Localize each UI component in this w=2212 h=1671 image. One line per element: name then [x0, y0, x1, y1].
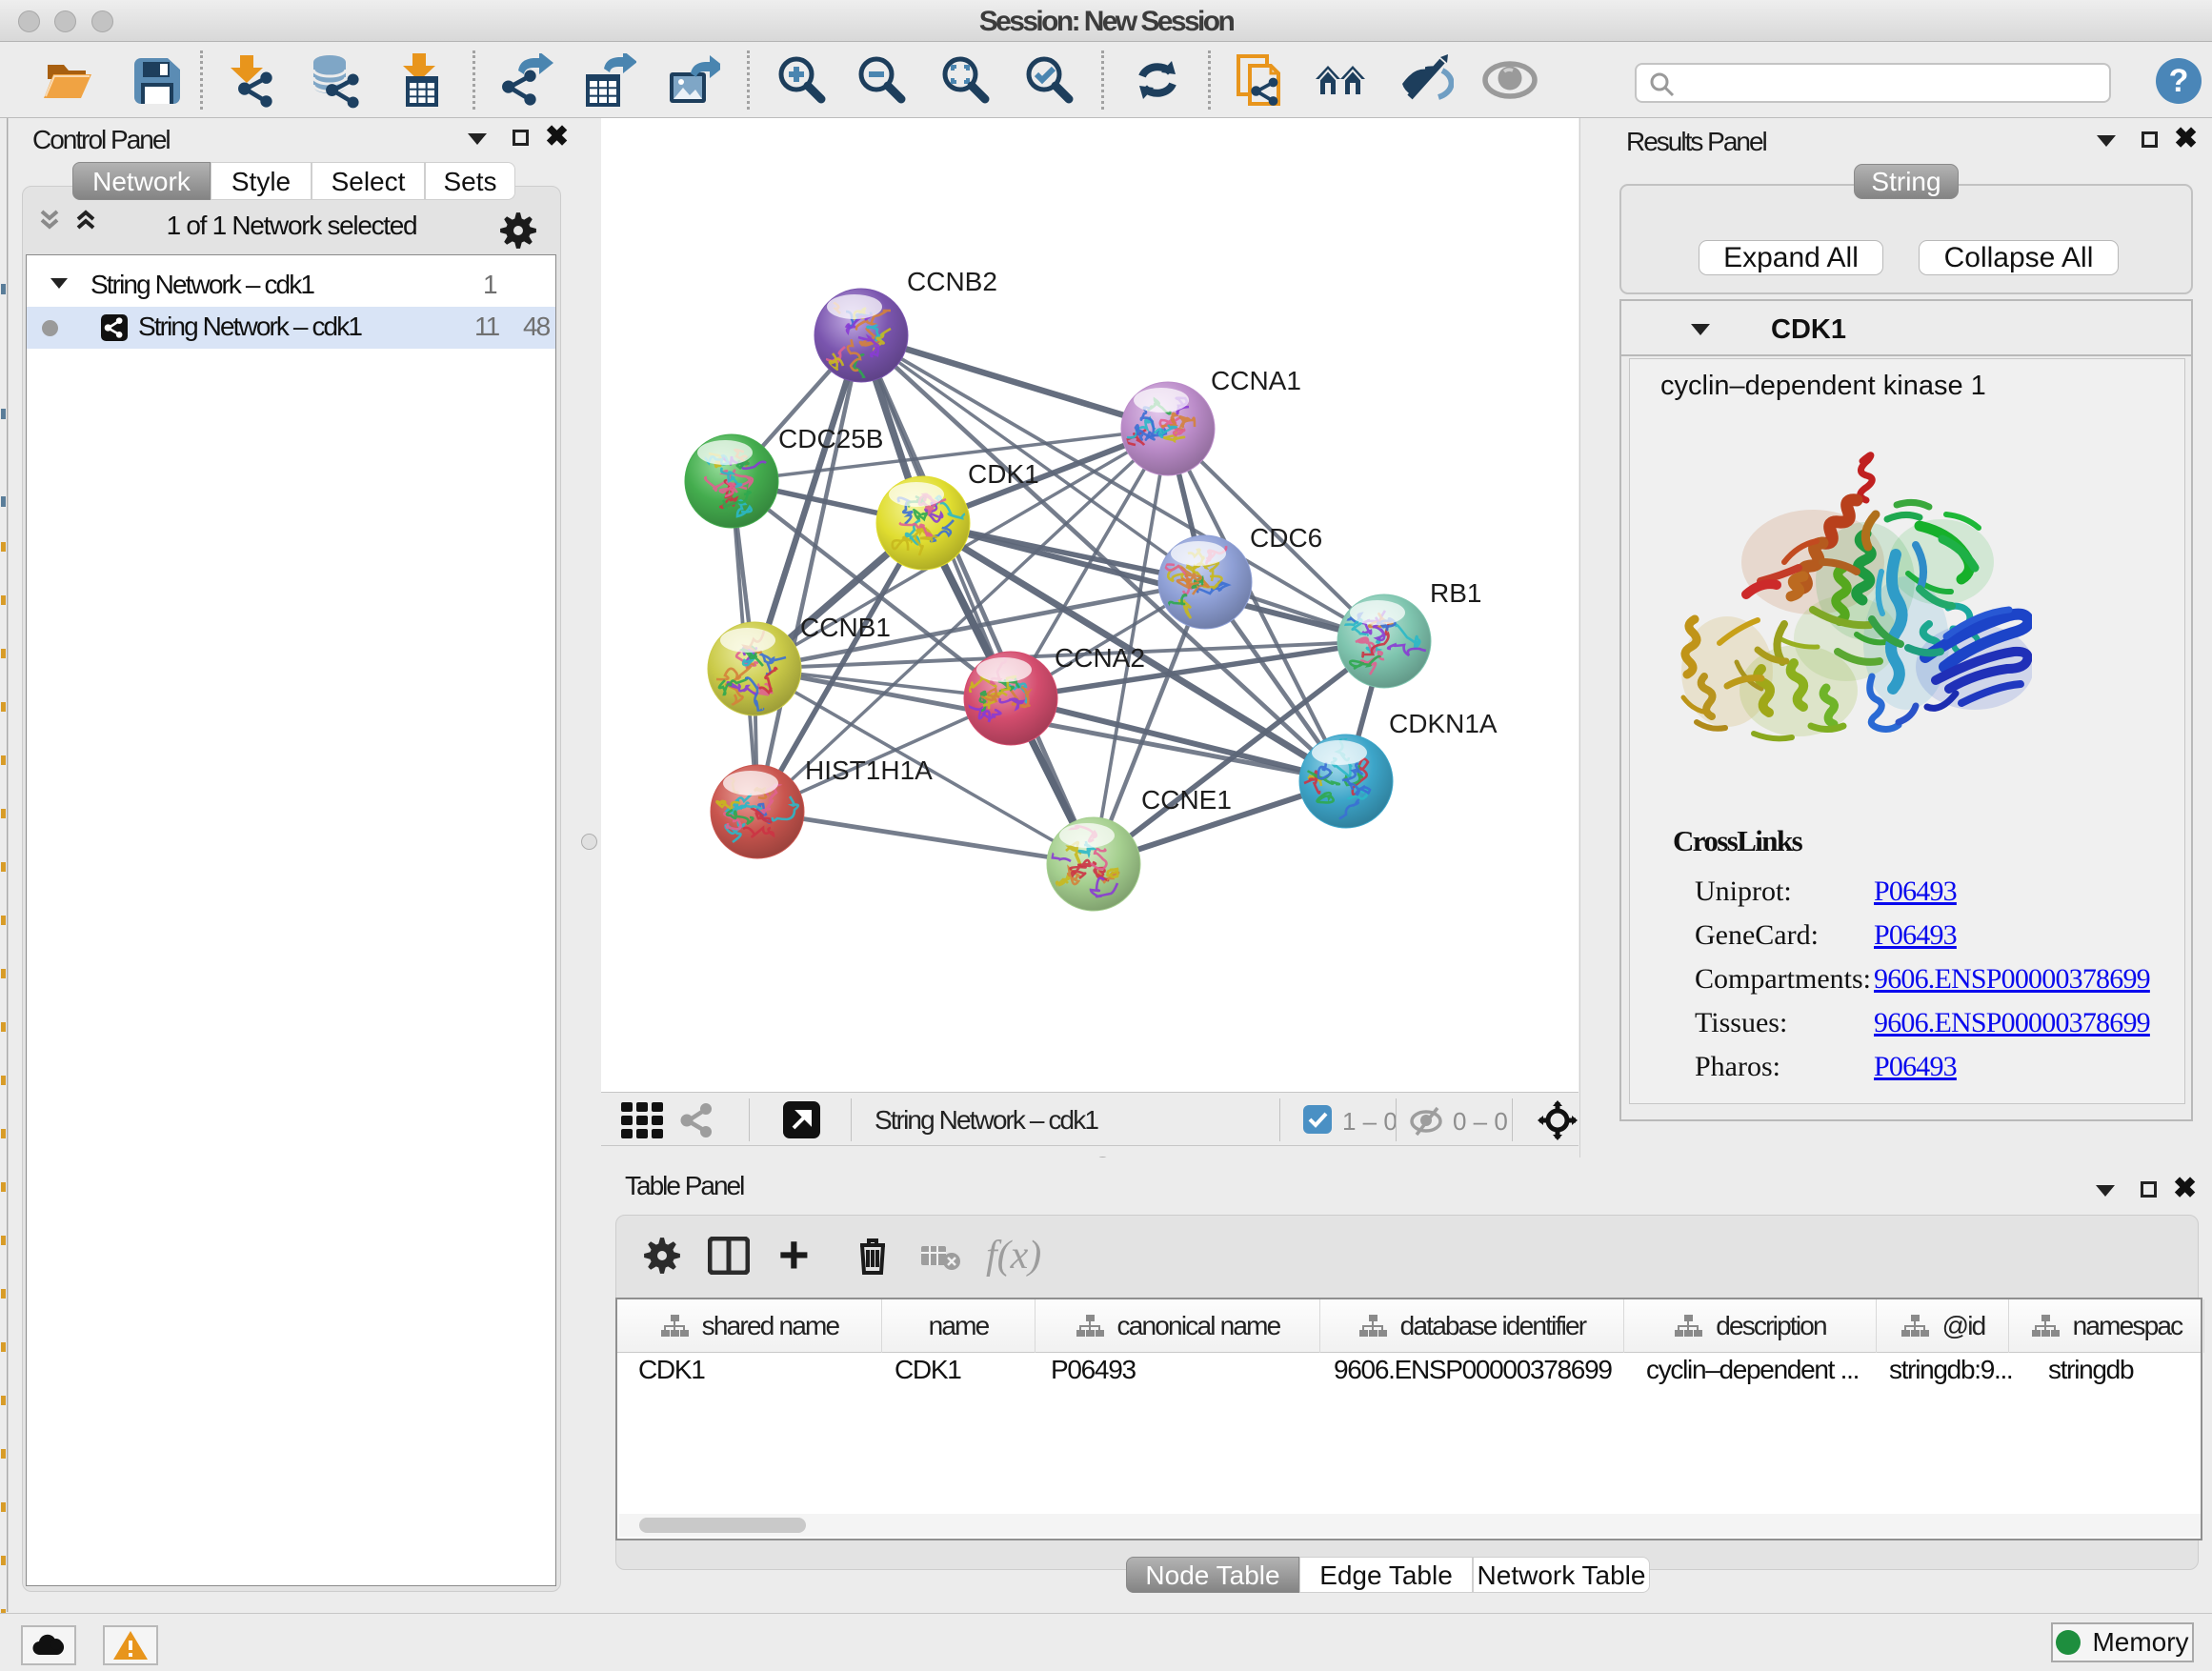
svg-text:CDK1: CDK1 — [968, 459, 1039, 489]
svg-text:CCNB2: CCNB2 — [907, 267, 997, 296]
svg-text:CDKN1A: CDKN1A — [1389, 709, 1498, 738]
svg-text:CDC25B: CDC25B — [778, 424, 883, 453]
svg-text:HIST1H1A: HIST1H1A — [805, 755, 933, 785]
svg-text:CCNB1: CCNB1 — [800, 613, 891, 642]
svg-text:CCNA2: CCNA2 — [1055, 643, 1145, 673]
svg-text:CDC6: CDC6 — [1250, 523, 1322, 553]
svg-text:RB1: RB1 — [1430, 578, 1481, 608]
svg-text:CCNE1: CCNE1 — [1141, 785, 1232, 815]
svg-text:CCNA1: CCNA1 — [1211, 366, 1301, 395]
